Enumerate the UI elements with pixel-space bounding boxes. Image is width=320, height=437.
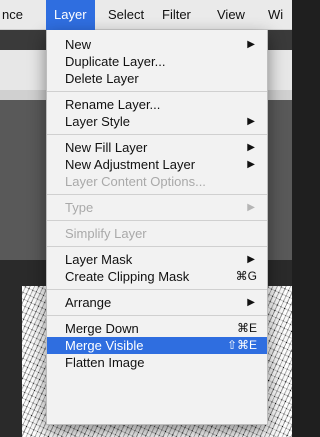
- menu-item-type: Type ▶: [47, 199, 267, 216]
- menu-bar-item-window[interactable]: Wi: [268, 0, 283, 30]
- menu-item-label: Layer Style: [65, 114, 131, 129]
- menu-item-label: New: [65, 37, 92, 52]
- submenu-arrow-icon: ▶: [247, 142, 255, 153]
- menu-item-new[interactable]: New ▶: [47, 36, 267, 53]
- submenu-arrow-icon: ▶: [247, 159, 255, 170]
- menu-item-new-fill-layer[interactable]: New Fill Layer ▶: [47, 139, 267, 156]
- menu-separator: [47, 220, 267, 221]
- menu-item-label: New Adjustment Layer: [65, 157, 196, 172]
- menu-item-delete-layer[interactable]: Delete Layer: [47, 70, 267, 87]
- menu-item-label: Merge Down: [65, 321, 139, 336]
- menu-item-duplicate-layer[interactable]: Duplicate Layer...: [47, 53, 267, 70]
- menu-item-label: Rename Layer...: [65, 97, 161, 112]
- menu-item-label: Duplicate Layer...: [65, 54, 166, 69]
- menu-bar-item-appearance[interactable]: nce: [2, 0, 23, 30]
- keyboard-shortcut: ⌘G: [235, 269, 257, 283]
- menu-item-label: Flatten Image: [65, 355, 145, 370]
- menu-item-label: Type: [65, 200, 94, 215]
- menu-item-new-adjustment-layer[interactable]: New Adjustment Layer ▶: [47, 156, 267, 173]
- menu-item-label: Simplify Layer: [65, 226, 147, 241]
- menu-item-merge-down[interactable]: Merge Down ⌘E: [47, 320, 267, 337]
- menu-separator: [47, 91, 267, 92]
- menu-bar-item-view[interactable]: View: [217, 0, 245, 30]
- menu-item-create-clipping-mask[interactable]: Create Clipping Mask ⌘G: [47, 268, 267, 285]
- keyboard-shortcut: ⇧⌘E: [226, 338, 257, 352]
- menu-separator: [47, 134, 267, 135]
- layer-menu: New ▶ Duplicate Layer... Delete Layer Re…: [46, 30, 268, 425]
- menu-item-merge-visible[interactable]: Merge Visible ⇧⌘E: [47, 337, 267, 354]
- menu-bar-item-filter[interactable]: Filter: [162, 0, 191, 30]
- menu-item-label: Layer Mask: [65, 252, 133, 267]
- menu-bar-item-select[interactable]: Select: [108, 0, 144, 30]
- menu-item-rename-layer[interactable]: Rename Layer...: [47, 96, 267, 113]
- submenu-arrow-icon: ▶: [247, 116, 255, 127]
- menu-separator: [47, 289, 267, 290]
- menu-item-layer-mask[interactable]: Layer Mask ▶: [47, 251, 267, 268]
- menu-item-label: Create Clipping Mask: [65, 269, 190, 284]
- menu-item-label: New Fill Layer: [65, 140, 148, 155]
- submenu-arrow-icon: ▶: [247, 39, 255, 50]
- menu-item-arrange[interactable]: Arrange ▶: [47, 294, 267, 311]
- menu-bar: nce Layer Select Filter View Wi: [0, 0, 292, 30]
- menu-item-simplify-layer: Simplify Layer: [47, 225, 267, 242]
- menu-item-label: Arrange: [65, 295, 112, 310]
- menu-item-flatten-image[interactable]: Flatten Image: [47, 354, 267, 371]
- menu-bar-item-layer[interactable]: Layer: [46, 0, 95, 30]
- menu-item-label: Merge Visible: [65, 338, 144, 353]
- submenu-arrow-icon: ▶: [247, 297, 255, 308]
- menu-separator: [47, 246, 267, 247]
- menu-separator: [47, 315, 267, 316]
- menu-separator: [47, 194, 267, 195]
- menu-item-label: Delete Layer: [65, 71, 139, 86]
- menu-item-layer-content-options: Layer Content Options...: [47, 173, 267, 190]
- keyboard-shortcut: ⌘E: [236, 321, 257, 335]
- submenu-arrow-icon: ▶: [247, 202, 255, 213]
- menu-item-layer-style[interactable]: Layer Style ▶: [47, 113, 267, 130]
- submenu-arrow-icon: ▶: [247, 254, 255, 265]
- menu-item-label: Layer Content Options...: [65, 174, 206, 189]
